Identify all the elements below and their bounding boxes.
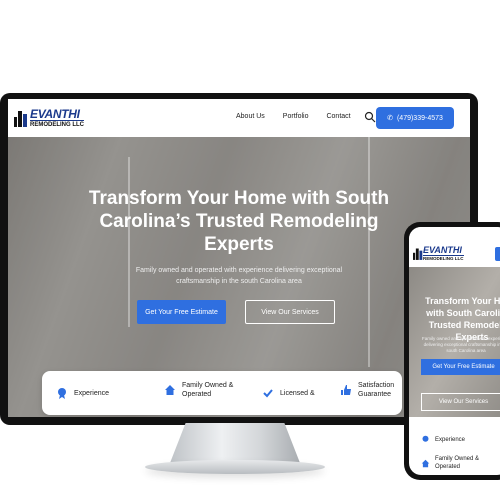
check-icon xyxy=(263,389,273,398)
mobile-hero: Transform Your Home with South Carolina'… xyxy=(409,267,500,417)
search-icon[interactable] xyxy=(364,111,376,123)
hero-title: Transform Your Home with South Carolina’… xyxy=(88,188,390,255)
menu-button[interactable] xyxy=(495,247,500,261)
nav-about-us[interactable]: About Us xyxy=(236,113,265,120)
mobile-phone: EVANTHI REMODELING LLC Transform Your Ho… xyxy=(404,222,500,480)
nav-portfolio[interactable]: Portfolio xyxy=(283,113,309,120)
phone-icon: ✆ xyxy=(387,115,393,122)
hero-subtitle: Family owned and operated with experienc… xyxy=(135,267,343,285)
brand-logo[interactable]: EVANTHI REMODELING LLC xyxy=(12,105,92,131)
feature-experience: Experience xyxy=(56,387,109,399)
mobile-brand-name: EVANTHI xyxy=(423,245,462,255)
features-bar: Experience Family Owned & Operated Licen… xyxy=(42,371,402,415)
main-nav: About Us Portfolio Contact xyxy=(236,113,351,120)
badge-icon xyxy=(422,435,429,442)
feature-satisfaction: Satisfaction Guarantee xyxy=(340,381,402,399)
thumbs-up-icon xyxy=(341,385,351,395)
badge-icon xyxy=(58,388,66,399)
mobile-view-services-button[interactable]: View Our Services xyxy=(421,393,500,411)
free-estimate-button[interactable]: Get Your Free Estimate xyxy=(137,300,226,324)
home-icon xyxy=(165,385,175,395)
phone-number: (479)339-4573 xyxy=(396,114,443,122)
mobile-free-estimate-button[interactable]: Get Your Free Estimate xyxy=(421,359,500,375)
mobile-screen: EVANTHI REMODELING LLC Transform Your Ho… xyxy=(409,227,500,475)
feature-licensed: Licensed & xyxy=(262,387,315,399)
mobile-feature-family-owned: Family Owned & Operated xyxy=(421,455,495,471)
view-services-button[interactable]: View Our Services xyxy=(245,300,335,324)
mobile-feature-experience: Experience xyxy=(421,435,465,444)
building-icon xyxy=(14,111,27,127)
mobile-header: EVANTHI REMODELING LLC xyxy=(409,227,500,267)
phone-button[interactable]: ✆ (479)339-4573 xyxy=(376,107,454,129)
site-header: EVANTHI REMODELING LLC About Us Portfoli… xyxy=(8,99,470,137)
monitor-stand xyxy=(170,423,300,463)
home-icon xyxy=(421,459,430,467)
mobile-brand-tagline: REMODELING LLC xyxy=(423,255,464,261)
mockup-stage: EVANTHI REMODELING LLC About Us Portfoli… xyxy=(0,0,500,500)
monitor-base xyxy=(145,460,325,474)
brand-tagline: REMODELING LLC xyxy=(30,120,84,128)
building-icon xyxy=(413,248,423,260)
nav-contact[interactable]: Contact xyxy=(326,113,350,120)
mobile-hero-subtitle: Family owned and operated with experienc… xyxy=(421,336,500,353)
brand-name: EVANTHI xyxy=(30,107,80,121)
desktop-screen: EVANTHI REMODELING LLC About Us Portfoli… xyxy=(8,99,470,417)
feature-family-owned: Family Owned & Operated xyxy=(164,381,242,399)
